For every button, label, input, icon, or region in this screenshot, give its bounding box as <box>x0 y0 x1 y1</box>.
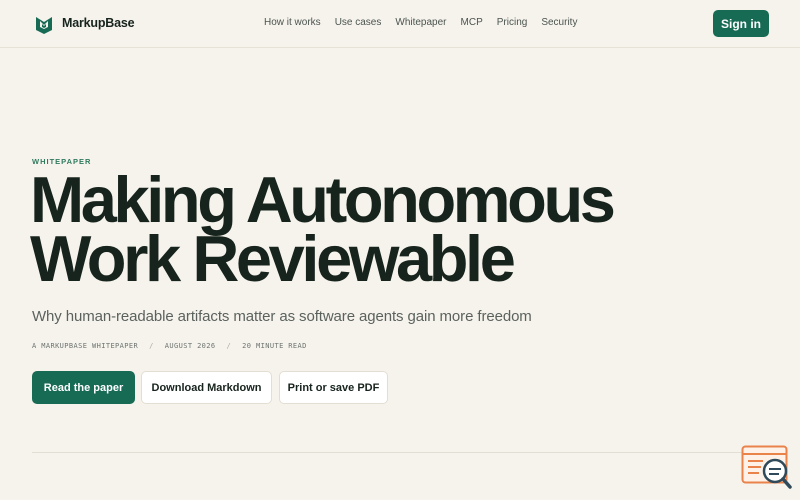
page-subtitle: Why human-readable artifacts matter as s… <box>32 308 532 325</box>
markupbase-logo-icon[interactable] <box>33 13 55 35</box>
meta-separator: / <box>226 342 232 350</box>
title-line-2: Work Reviewable <box>30 222 516 295</box>
download-markdown-button[interactable]: Download Markdown <box>141 371 272 404</box>
nav-link-whitepaper[interactable]: Whitepaper <box>395 17 446 28</box>
nav-link-security[interactable]: Security <box>541 17 577 28</box>
page-title: Making Autonomous Work Reviewable <box>30 167 730 291</box>
meta-read-time: 20 MINUTE READ <box>242 342 307 350</box>
nav-link-pricing[interactable]: Pricing <box>497 17 528 28</box>
brand-name[interactable]: MarkupBase <box>62 16 135 30</box>
meta-date: AUGUST 2026 <box>164 342 216 350</box>
nav-link-mcp[interactable]: MCP <box>461 17 483 28</box>
section-divider <box>32 452 768 453</box>
meta-publisher: A MARKUPBASE WHITEPAPER <box>32 342 139 350</box>
print-pdf-button[interactable]: Print or save PDF <box>279 371 388 404</box>
article-meta: A MARKUPBASE WHITEPAPER / AUGUST 2026 / … <box>32 342 307 350</box>
nav-link-use-cases[interactable]: Use cases <box>335 17 382 28</box>
meta-separator: / <box>149 342 154 350</box>
nav-link-how-it-works[interactable]: How it works <box>264 17 321 28</box>
sign-in-button[interactable]: Sign in <box>713 10 769 37</box>
read-paper-button[interactable]: Read the paper <box>32 371 135 404</box>
search-document-icon[interactable] <box>741 445 793 491</box>
top-navigation-bar: MarkupBase How it works Use cases Whitep… <box>0 0 800 48</box>
nav-links: How it works Use cases Whitepaper MCP Pr… <box>264 17 591 28</box>
